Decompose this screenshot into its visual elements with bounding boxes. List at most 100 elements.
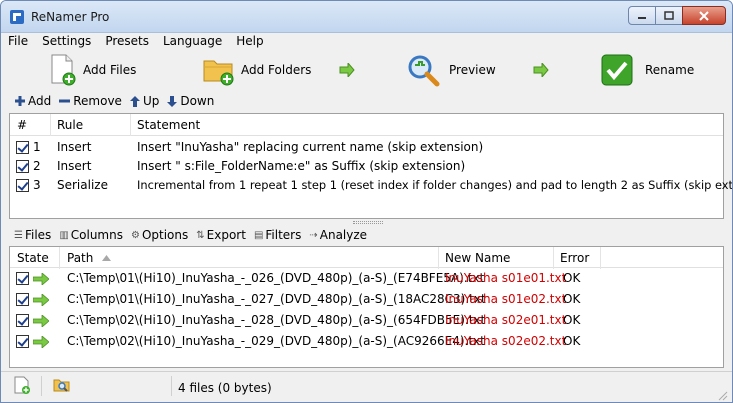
minimize-icon xyxy=(638,16,646,19)
menu-file[interactable]: File xyxy=(1,33,35,51)
file-new-name: InuYasha s01e01.txt xyxy=(445,271,567,285)
rule-name: Insert xyxy=(57,140,92,154)
column-divider[interactable] xyxy=(438,247,439,269)
file-row[interactable]: C:\Temp\01\(Hi10)_InuYasha_-_027_(DVD_48… xyxy=(10,290,600,311)
column-divider[interactable] xyxy=(130,114,131,136)
file-error: OK xyxy=(563,334,581,348)
close-button[interactable] xyxy=(682,6,726,25)
add-file-small-icon[interactable] xyxy=(13,376,31,394)
analyze-menu-label: Analyze xyxy=(319,228,368,242)
menu-help[interactable]: Help xyxy=(229,33,270,51)
menu-settings[interactable]: Settings xyxy=(35,33,98,51)
sort-ascending-icon xyxy=(102,255,111,261)
app-window: ReNamer Pro File Settings Presets Langua… xyxy=(0,0,733,403)
rename-label: Rename xyxy=(645,63,695,77)
file-error: OK xyxy=(563,271,581,285)
files-toolbar: ☰ Files ▥ Columns ⚙ Options ⇅ Export ▤ F… xyxy=(1,226,732,244)
rule-statement: Insert " s:File_FolderName:e" as Suffix … xyxy=(137,159,466,173)
move-down-label: Down xyxy=(180,94,215,108)
options-icon: ⚙ xyxy=(130,229,140,241)
file-row[interactable]: C:\Temp\02\(Hi10)_InuYasha_-_029_(DVD_48… xyxy=(10,332,600,353)
export-icon: ⇅ xyxy=(196,229,205,241)
file-checkbox[interactable] xyxy=(16,335,29,348)
rule-row[interactable]: 3 Serialize Incremental from 1 repeat 1 … xyxy=(10,176,732,195)
rule-checkbox[interactable] xyxy=(16,160,29,173)
options-menu-label: Options xyxy=(141,228,189,242)
preview-button[interactable]: Preview xyxy=(406,51,496,89)
column-divider[interactable] xyxy=(553,247,554,269)
add-folders-label: Add Folders xyxy=(241,63,312,77)
close-icon xyxy=(699,10,709,21)
add-files-label: Add Files xyxy=(83,63,137,77)
filters-icon: ▤ xyxy=(253,229,264,241)
file-error: OK xyxy=(563,313,581,327)
files-list-icon: ☰ xyxy=(14,229,23,241)
column-header-state[interactable]: State xyxy=(17,251,49,265)
files-table-header: State Path New Name Error xyxy=(10,247,723,269)
column-header-number[interactable]: # xyxy=(17,118,27,132)
rule-name: Serialize xyxy=(57,178,108,192)
panel-splitter-grip[interactable] xyxy=(353,221,383,224)
green-arrow-icon xyxy=(33,294,49,306)
column-header-new-name[interactable]: New Name xyxy=(445,251,510,265)
minimize-button[interactable] xyxy=(628,6,656,25)
resize-grip-icon[interactable] xyxy=(718,391,728,401)
column-divider[interactable] xyxy=(50,114,51,136)
rule-name: Insert xyxy=(57,159,92,173)
column-header-path[interactable]: Path xyxy=(67,251,93,265)
columns-menu-label: Columns xyxy=(70,228,123,242)
arrow-down-icon xyxy=(167,95,178,107)
rule-number: 2 xyxy=(33,159,41,173)
folder-search-icon[interactable] xyxy=(53,376,71,394)
file-checkbox[interactable] xyxy=(16,272,29,285)
step-arrow-icon xyxy=(339,63,355,77)
minus-icon xyxy=(59,99,71,103)
menu-language[interactable]: Language xyxy=(156,33,229,51)
files-menu-button[interactable]: ☰ Files xyxy=(14,228,51,242)
rule-row[interactable]: 2 Insert Insert " s:File_FolderName:e" a… xyxy=(10,157,723,176)
window-title: ReNamer Pro xyxy=(31,10,110,24)
move-down-button[interactable]: Down xyxy=(167,94,214,108)
file-path: C:\Temp\01\(Hi10)_InuYasha_-_026_(DVD_48… xyxy=(67,271,485,285)
file-path: C:\Temp\02\(Hi10)_InuYasha_-_029_(DVD_48… xyxy=(67,334,485,348)
rule-row[interactable]: 1 Insert Insert "InuYasha" replacing cur… xyxy=(10,138,723,157)
add-files-button[interactable]: Add Files xyxy=(49,51,136,89)
remove-rule-button[interactable]: Remove xyxy=(59,94,122,108)
rule-checkbox[interactable] xyxy=(16,179,29,192)
columns-icon: ▥ xyxy=(59,229,69,241)
file-error: OK xyxy=(563,292,581,306)
window-controls xyxy=(628,6,726,25)
file-count-status: 4 files (0 bytes) xyxy=(178,381,272,395)
app-logo-icon xyxy=(10,10,24,24)
add-rule-button[interactable]: Add xyxy=(15,94,51,108)
analyze-menu-button[interactable]: ⇢ Analyze xyxy=(309,228,367,242)
file-checkbox[interactable] xyxy=(16,293,29,306)
export-menu-label: Export xyxy=(206,228,246,242)
add-folders-button[interactable]: Add Folders xyxy=(203,51,311,89)
columns-menu-button[interactable]: ▥ Columns xyxy=(59,228,123,242)
file-checkbox[interactable] xyxy=(16,314,29,327)
export-menu-button[interactable]: ⇅ Export xyxy=(196,228,246,242)
filters-menu-button[interactable]: ▤ Filters xyxy=(254,228,301,242)
title-bar[interactable]: ReNamer Pro xyxy=(1,1,732,33)
options-menu-button[interactable]: ⚙ Options xyxy=(131,228,188,242)
move-up-button[interactable]: Up xyxy=(129,94,160,108)
maximize-button[interactable] xyxy=(655,6,683,25)
column-header-rule[interactable]: Rule xyxy=(57,118,83,132)
column-divider[interactable] xyxy=(59,247,60,269)
column-header-error[interactable]: Error xyxy=(560,251,589,265)
files-table: State Path New Name Error C:\Temp\01\(Hi… xyxy=(9,246,724,368)
menu-presets[interactable]: Presets xyxy=(98,33,156,51)
file-row[interactable]: C:\Temp\01\(Hi10)_InuYasha_-_026_(DVD_48… xyxy=(10,269,600,290)
status-divider xyxy=(171,376,172,396)
column-divider[interactable] xyxy=(600,247,601,269)
column-header-statement[interactable]: Statement xyxy=(137,118,200,132)
green-arrow-icon xyxy=(33,273,49,285)
menu-bar: File Settings Presets Language Help xyxy=(1,33,732,51)
rules-toolbar: Add Remove Up Down xyxy=(1,92,732,110)
file-row[interactable]: C:\Temp\02\(Hi10)_InuYasha_-_028_(DVD_48… xyxy=(10,311,600,332)
rule-checkbox[interactable] xyxy=(16,141,29,154)
rename-button[interactable]: Rename xyxy=(601,51,694,89)
rule-statement: Incremental from 1 repeat 1 step 1 (rese… xyxy=(137,178,733,192)
move-up-label: Up xyxy=(142,94,160,108)
